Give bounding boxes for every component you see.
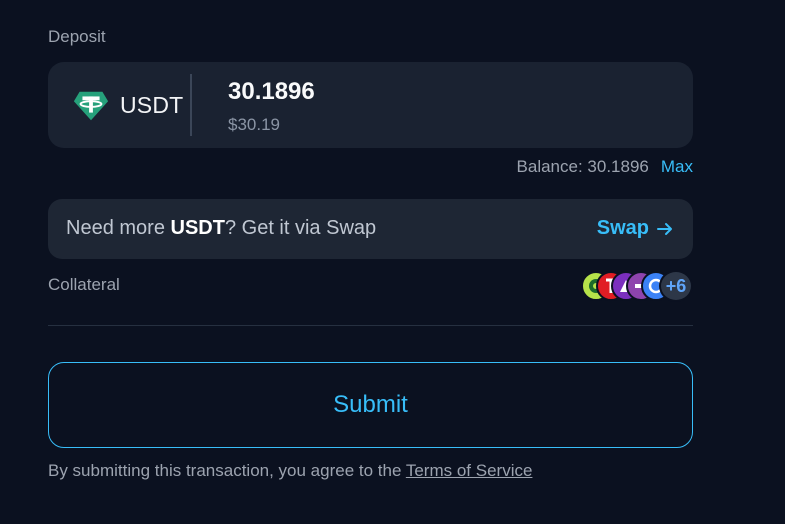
section-divider [48, 325, 693, 326]
swap-banner: Need more USDT? Get it via Swap Swap [48, 199, 693, 259]
token-selector[interactable]: USDT [72, 62, 183, 148]
terms-of-service-link[interactable]: Terms of Service [406, 461, 533, 480]
tether-icon [73, 91, 109, 121]
swap-banner-suffix: ? Get it via Swap [224, 217, 377, 239]
submit-button[interactable]: Submit [48, 362, 693, 448]
arrow-right-icon [657, 222, 672, 235]
swap-link-label: Swap [596, 217, 649, 239]
balance-row: Balance: 30.1896 Max [517, 157, 693, 177]
amount-input[interactable]: 30.1896 [228, 78, 315, 106]
collateral-token-stack[interactable]: +6 [581, 270, 693, 302]
collateral-label: Collateral [48, 275, 120, 294]
balance-text: Balance: 30.1896 [516, 157, 649, 176]
deposit-input-box[interactable]: USDT 30.1896 $30.19 [48, 62, 693, 148]
deposit-label: Deposit [48, 27, 106, 46]
terms-notice: By submitting this transaction, you agre… [48, 461, 532, 481]
token-divider [190, 74, 192, 136]
swap-banner-text: Need more USDT? Get it via Swap [66, 217, 376, 240]
collateral-more-badge: +6 [659, 270, 693, 302]
swap-link[interactable]: Swap [597, 217, 673, 240]
amount-usd-value: $30.19 [228, 115, 280, 134]
token-name: USDT [120, 91, 184, 118]
swap-banner-prefix: Need more [66, 217, 171, 239]
max-button[interactable]: Max [661, 157, 693, 177]
terms-prefix: By submitting this transaction, you agre… [48, 461, 406, 480]
swap-banner-token: USDT [170, 217, 225, 239]
